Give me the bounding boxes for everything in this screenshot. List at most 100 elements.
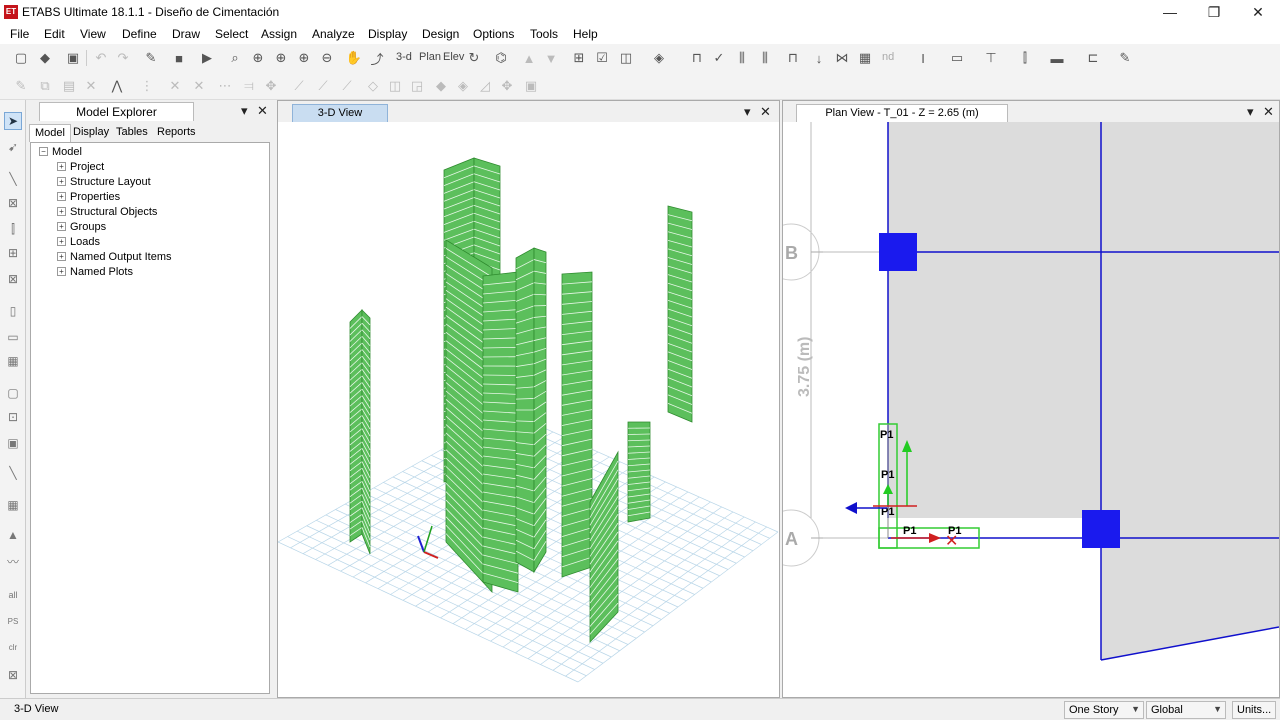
move-down-icon[interactable]: ▼: [542, 49, 560, 67]
elevation-view-button[interactable]: Elev: [443, 51, 464, 63]
shear-wall[interactable]: [515, 247, 535, 573]
view-3d-button[interactable]: 3-d: [396, 51, 412, 63]
shear-wall[interactable]: [361, 309, 371, 555]
cross-icon[interactable]: ✕: [166, 77, 184, 95]
tab-tables[interactable]: Tables: [111, 124, 153, 142]
draw-opening-icon[interactable]: ▢: [4, 384, 22, 402]
menu-edit[interactable]: Edit: [44, 27, 65, 41]
draw-pier-icon[interactable]: ▣: [4, 434, 22, 452]
menu-view[interactable]: View: [80, 27, 106, 41]
select-all-icon[interactable]: ⊞: [570, 49, 588, 67]
column[interactable]: [1082, 510, 1120, 548]
join-icon[interactable]: ⋯: [216, 77, 234, 95]
tree-item-properties[interactable]: + Properties: [57, 191, 120, 203]
redo-icon[interactable]: ↷: [114, 49, 132, 67]
copy-icon[interactable]: ⧉: [36, 77, 54, 95]
draw-wall-icon[interactable]: ▦: [4, 352, 22, 370]
draw-dimension-icon[interactable]: 〰: [4, 552, 22, 570]
spring-icon[interactable]: ⋀: [108, 77, 126, 95]
tree-item-named-plots[interactable]: + Named Plots: [57, 266, 133, 278]
set-display-icon[interactable]: ◫: [617, 49, 635, 67]
tab-3d-view[interactable]: 3-D View: [292, 104, 388, 122]
explorer-pin-icon[interactable]: ▾: [241, 103, 248, 119]
brush-icon[interactable]: ✎: [12, 77, 30, 95]
move-icon[interactable]: ✥: [262, 77, 280, 95]
menu-options[interactable]: Options: [473, 27, 514, 41]
divide-icon[interactable]: ⟋: [290, 77, 308, 95]
expand-icon[interactable]: +: [57, 267, 66, 276]
brace-icon[interactable]: ⊓: [784, 49, 802, 67]
rotate-3d-icon[interactable]: ⤴: [368, 49, 386, 67]
shear-wall[interactable]: [589, 450, 619, 644]
expand-icon[interactable]: +: [57, 192, 66, 201]
draw-slab-icon[interactable]: ⊡: [4, 408, 22, 426]
nd-button[interactable]: nd: [882, 51, 894, 63]
menu-tools[interactable]: Tools: [530, 27, 558, 41]
plan-view-canvas[interactable]: 3.75 (m) B A P1 P1 P1 P1 P1 ✕: [783, 122, 1279, 697]
draw-beam-icon[interactable]: ⊠: [4, 194, 22, 212]
draw-rectangle-icon[interactable]: ▭: [4, 328, 22, 346]
paste-icon[interactable]: ▤: [60, 77, 78, 95]
tree-item-project[interactable]: + Project: [57, 161, 104, 173]
expand-icon[interactable]: +: [57, 177, 66, 186]
units-button[interactable]: Units...: [1232, 701, 1276, 719]
zoom-window-icon[interactable]: ⌕: [226, 49, 244, 67]
restore-button[interactable]: ❐: [1192, 0, 1236, 24]
menu-draw[interactable]: Draw: [172, 27, 200, 41]
pan-icon[interactable]: ✋: [345, 49, 363, 67]
align-icon[interactable]: ⫤: [240, 77, 258, 95]
tab-plan-view[interactable]: Plan View - T_01 - Z = 2.65 (m): [796, 104, 1008, 122]
tree-item-groups[interactable]: + Groups: [57, 221, 106, 233]
expand-icon[interactable]: +: [57, 252, 66, 261]
zoom-plus-icon[interactable]: ⊕: [295, 49, 313, 67]
open-icon[interactable]: ◆: [36, 49, 54, 67]
divide-two-icon[interactable]: ⟋: [314, 77, 332, 95]
shear-wall[interactable]: [349, 309, 363, 543]
distributed-load-icon[interactable]: ⋈: [833, 49, 851, 67]
menu-define[interactable]: Define: [122, 27, 157, 41]
perspective-icon[interactable]: ⌬: [492, 49, 510, 67]
paint-icon[interactable]: ✎: [1116, 49, 1134, 67]
zoom-out-icon[interactable]: ⊖: [318, 49, 336, 67]
grid-icon[interactable]: ⊏: [1084, 49, 1102, 67]
tab-model[interactable]: Model: [29, 124, 71, 142]
area-chop-icon[interactable]: ◿: [476, 77, 494, 95]
close-window-button[interactable]: ✕: [1236, 0, 1280, 24]
plan-close-icon[interactable]: ✕: [1263, 104, 1274, 120]
pointer-icon[interactable]: ➤: [4, 112, 22, 130]
draw-link-icon[interactable]: ╲: [4, 464, 22, 482]
tab-display[interactable]: Display: [68, 124, 114, 142]
collapse-icon[interactable]: −: [39, 147, 48, 156]
frame-icon[interactable]: ⊓: [688, 49, 706, 67]
select-all-tool-icon[interactable]: all: [4, 586, 22, 604]
menu-select[interactable]: Select: [215, 27, 248, 41]
draw-line-icon[interactable]: ╲: [4, 170, 22, 188]
intersect-icon[interactable]: ✕: [190, 77, 208, 95]
minimize-button[interactable]: —: [1148, 0, 1192, 24]
menu-assign[interactable]: Assign: [261, 27, 297, 41]
run-analysis-icon[interactable]: ▶: [198, 49, 216, 67]
shear-wall[interactable]: [627, 421, 651, 523]
intersect-line-icon[interactable]: ⊠: [4, 666, 22, 684]
column[interactable]: [879, 233, 917, 271]
menu-file[interactable]: File: [10, 27, 29, 41]
section-icon[interactable]: ⫼: [733, 49, 751, 67]
area-add-icon[interactable]: ◈: [454, 77, 472, 95]
object-shrink-icon[interactable]: ◈: [650, 49, 668, 67]
plan-pin-icon[interactable]: ▾: [1247, 104, 1254, 120]
reshape-icon[interactable]: ➹: [4, 138, 22, 156]
tree-item-structure-layout[interactable]: + Structure Layout: [57, 176, 151, 188]
new-model-icon[interactable]: ▢: [12, 49, 30, 67]
rotate-icon[interactable]: ↻: [465, 49, 483, 67]
coord-system-dropdown[interactable]: Global ▼: [1146, 701, 1226, 719]
expand-icon[interactable]: +: [57, 162, 66, 171]
tree-root[interactable]: − Model: [39, 146, 82, 158]
menu-help[interactable]: Help: [573, 27, 598, 41]
text-cursor-icon[interactable]: I: [914, 49, 932, 67]
delete-icon[interactable]: ✕: [82, 77, 100, 95]
expand-icon[interactable]: +: [57, 237, 66, 246]
lock-icon[interactable]: ■: [170, 49, 188, 67]
draw-brace-icon[interactable]: ⊞: [4, 244, 22, 262]
draw-cross-icon[interactable]: ⊠: [4, 270, 22, 288]
extrude-icon[interactable]: ⟋: [338, 77, 356, 95]
